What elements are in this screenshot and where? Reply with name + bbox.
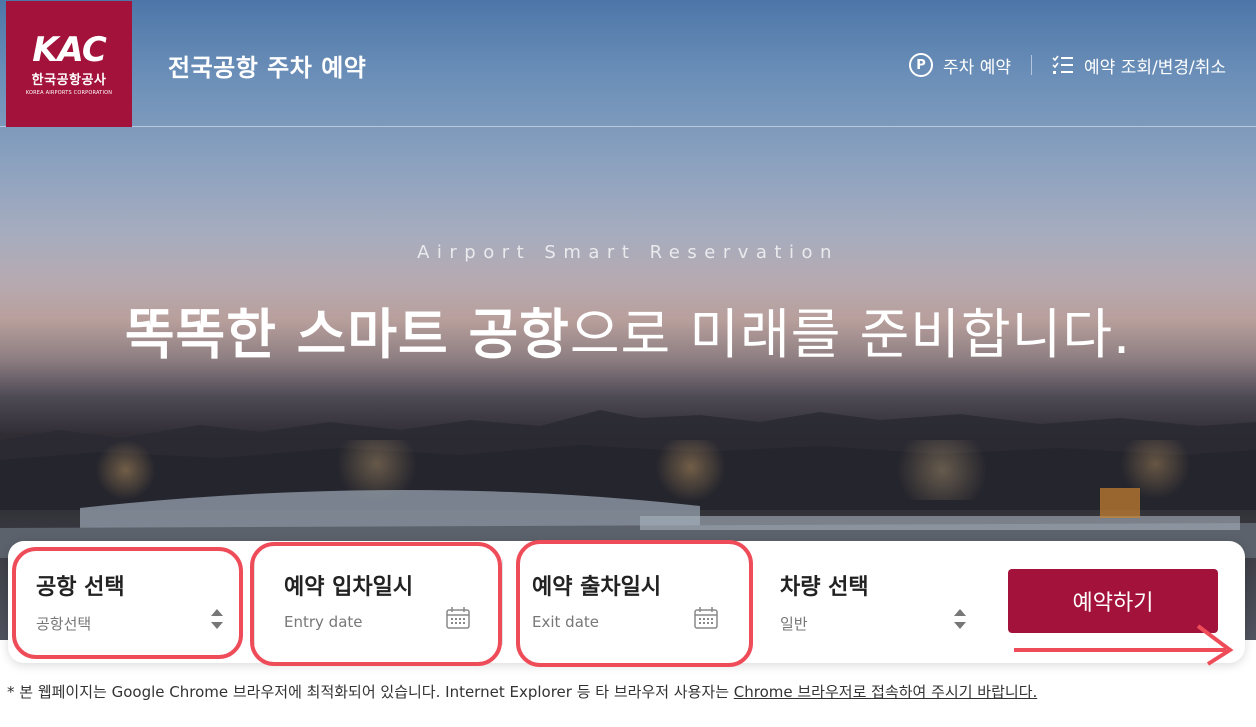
- field-divider: [750, 559, 751, 645]
- airport-select-title: 공항 선택: [36, 575, 125, 600]
- hero-subtitle: Airport Smart Reservation: [417, 242, 839, 263]
- field-divider: [502, 559, 503, 645]
- calendar-icon: [694, 607, 718, 629]
- nav-divider: [1031, 55, 1033, 75]
- field-divider: [254, 559, 255, 645]
- entry-date-field[interactable]: 예약 입차일시 Entry date: [256, 541, 502, 663]
- logo-korean-text: 한국공항공사: [31, 72, 107, 88]
- hero-headline: 똑똑한 스마트 공항으로 미래를 준비합니다.: [0, 290, 1256, 369]
- parking-icon: P: [909, 53, 934, 77]
- airport-select[interactable]: 공항 선택 공항선택: [8, 541, 254, 663]
- headline-bold-part: 똑똑한 스마트 공항: [124, 303, 570, 366]
- list-check-icon: [1052, 55, 1074, 74]
- nav-parking-reservation-label: 주차 예약: [943, 57, 1012, 78]
- site-title: 전국공항 주차 예약: [168, 54, 367, 82]
- top-navigation-bar: KAC 한국공항공사 KOREA AIRPORTS CORPORATION 전국…: [0, 0, 1256, 127]
- nav-reservation-lookup-label: 예약 조회/변경/취소: [1084, 57, 1226, 78]
- logo-english-text: KOREA AIRPORTS CORPORATION: [25, 89, 113, 96]
- headline-light-part: 으로 미래를 준비합니다.: [569, 303, 1132, 366]
- annotation-arrow: [1014, 624, 1234, 666]
- exit-date-title: 예약 출차일시: [532, 575, 662, 600]
- browser-notice-text: * 본 웹페이지는 Google Chrome 브라우저에 최적화되어 있습니다…: [7, 683, 734, 701]
- entry-date-title: 예약 입차일시: [284, 575, 414, 600]
- vehicle-select-title: 차량 선택: [780, 575, 869, 600]
- select-arrows-icon: [211, 609, 223, 629]
- exit-date-field[interactable]: 예약 출차일시 Exit date: [504, 541, 750, 663]
- chrome-link[interactable]: Chrome 브라우저로 접속하여 주시기 바랍니다.: [734, 683, 1037, 701]
- main-nav: P 주차 예약 예약 조회/변경/취소: [909, 52, 1226, 78]
- browser-notice: * 본 웹페이지는 Google Chrome 브라우저에 최적화되어 있습니다…: [7, 681, 1037, 702]
- logo-mark: KAC: [32, 29, 107, 70]
- vehicle-select[interactable]: 차량 선택 일반: [752, 541, 984, 663]
- nav-reservation-lookup[interactable]: 예약 조회/변경/취소: [1052, 53, 1226, 78]
- kac-logo[interactable]: KAC 한국공항공사 KOREA AIRPORTS CORPORATION: [6, 1, 132, 127]
- nav-parking-reservation[interactable]: P 주차 예약: [909, 53, 1011, 78]
- select-arrows-icon: [954, 609, 966, 629]
- calendar-icon: [446, 607, 470, 629]
